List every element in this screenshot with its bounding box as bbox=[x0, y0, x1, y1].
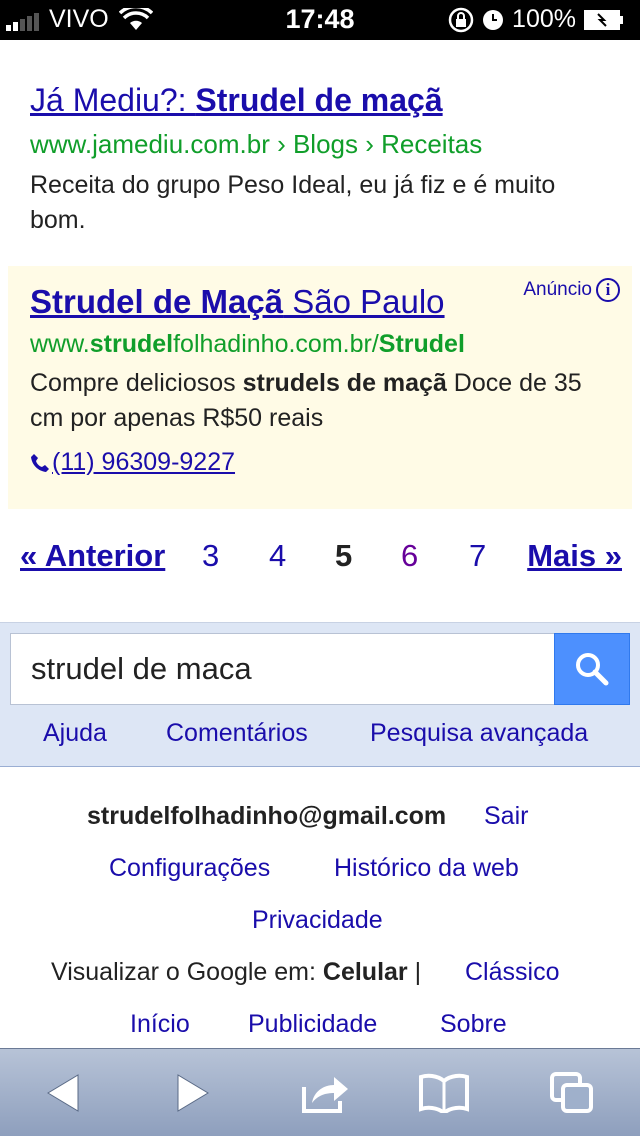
current-page: 5 bbox=[335, 538, 353, 573]
back-button[interactable] bbox=[34, 1067, 94, 1119]
page-link-6[interactable]: 6 bbox=[401, 538, 418, 574]
ad-snippet: Compre deliciosos strudels de maçã Doce … bbox=[30, 366, 620, 436]
result-title-prefix: Já Mediu?: bbox=[30, 82, 196, 118]
settings-link[interactable]: Configurações bbox=[109, 854, 270, 883]
page-link-4[interactable]: 4 bbox=[269, 538, 286, 574]
account-email: strudelfolhadinho@gmail.com bbox=[87, 802, 447, 830]
bookmarks-icon bbox=[419, 1073, 469, 1113]
phone-icon bbox=[31, 453, 49, 472]
ad-phone-number: (11) 96309-9227 bbox=[52, 448, 236, 476]
search-icon bbox=[576, 653, 609, 686]
advertising-link[interactable]: Publicidade bbox=[248, 1010, 377, 1039]
status-bar: VIVO 17:48 100% bbox=[0, 0, 640, 40]
about-link[interactable]: Sobre bbox=[440, 1010, 507, 1039]
forward-icon bbox=[177, 1074, 209, 1112]
search-panel: Ajuda Comentários Pesquisa avançada bbox=[0, 622, 640, 767]
home-link[interactable]: Início bbox=[130, 1010, 190, 1039]
web-history-link[interactable]: Histórico da web bbox=[334, 854, 519, 883]
alarm-clock-icon bbox=[483, 9, 504, 30]
back-icon bbox=[47, 1074, 79, 1112]
tabs-button[interactable] bbox=[542, 1067, 602, 1119]
view-mode-label: Visualizar o Google em: bbox=[51, 958, 323, 986]
share-button[interactable] bbox=[296, 1067, 356, 1119]
ad-url-middle: folhadinho.com.br/ bbox=[173, 330, 379, 358]
bookmarks-button[interactable] bbox=[414, 1067, 474, 1119]
result-title-link[interactable]: Já Mediu?: Strudel de maçã bbox=[30, 80, 610, 120]
ad-snippet-bold: strudels de maçã bbox=[242, 369, 447, 397]
help-link[interactable]: Ajuda bbox=[43, 719, 107, 748]
previous-page-link[interactable]: « Anterior bbox=[20, 538, 165, 574]
forward-button[interactable] bbox=[162, 1067, 222, 1119]
browser-toolbar bbox=[0, 1048, 640, 1136]
share-icon bbox=[302, 1077, 348, 1113]
ad-url: www.strudelfolhadinho.com.br/Strudel bbox=[30, 328, 620, 360]
rotation-lock-icon bbox=[448, 7, 474, 32]
page-link-3[interactable]: 3 bbox=[202, 538, 219, 574]
result-title-bold: Strudel de maçã bbox=[195, 82, 443, 118]
ad-snippet-pre: Compre deliciosos bbox=[30, 369, 243, 397]
classic-link[interactable]: Clássico bbox=[465, 958, 559, 987]
view-mode-separator: | bbox=[407, 958, 422, 986]
ad-url-prefix: www. bbox=[30, 330, 90, 358]
view-mode-current: Celular bbox=[322, 958, 408, 986]
view-mode-text: Visualizar o Google em: Celular | bbox=[51, 958, 421, 987]
tabs-icon bbox=[550, 1072, 593, 1113]
ad-title-link[interactable]: Strudel de Maçã São Paulo bbox=[30, 282, 620, 322]
ad-block: Anúncio i Strudel de Maçã São Paulo www.… bbox=[8, 266, 632, 509]
ad-title-rest: São Paulo bbox=[283, 283, 445, 320]
result-url: www.jamediu.com.br › Blogs › Receitas bbox=[30, 129, 483, 159]
search-button[interactable] bbox=[554, 633, 630, 705]
comments-link[interactable]: Comentários bbox=[166, 719, 308, 748]
page-link-7[interactable]: 7 bbox=[469, 538, 486, 574]
battery-percent: 100% bbox=[512, 5, 576, 33]
ad-content: Strudel de Maçã São Paulo www.strudelfol… bbox=[30, 282, 620, 477]
advanced-search-link[interactable]: Pesquisa avançada bbox=[370, 719, 588, 748]
privacy-link[interactable]: Privacidade bbox=[252, 906, 383, 935]
signout-link[interactable]: Sair bbox=[484, 802, 528, 831]
search-input[interactable] bbox=[10, 633, 556, 705]
next-page-link[interactable]: Mais » bbox=[527, 538, 622, 574]
ad-url-bold-2: Strudel bbox=[378, 330, 465, 358]
status-right: 100% bbox=[448, 5, 632, 34]
result-snippet: Receita do grupo Peso Ideal, eu já fiz e… bbox=[30, 171, 556, 234]
pagination: « Anterior 3 4 5 6 7 Mais » bbox=[20, 538, 622, 582]
ad-url-bold-1: strudel bbox=[89, 330, 174, 358]
ad-phone-link[interactable]: (11) 96309-9227 bbox=[30, 448, 620, 477]
ad-title-bold: Strudel de Maçã bbox=[30, 283, 284, 320]
battery-icon bbox=[584, 9, 623, 30]
search-result: Já Mediu?: Strudel de maçã www.jamediu.c… bbox=[30, 80, 610, 238]
